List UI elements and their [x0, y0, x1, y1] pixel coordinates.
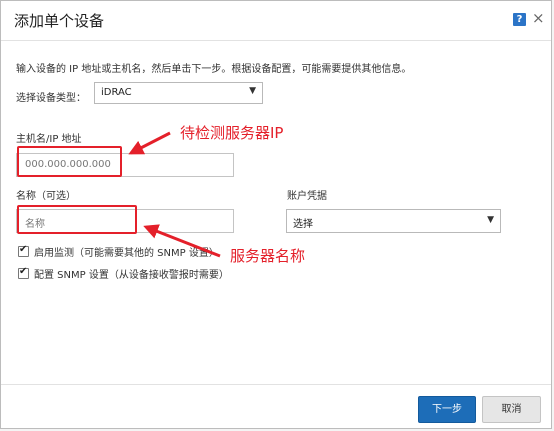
close-icon[interactable]: ×: [532, 9, 545, 27]
dialog-header: 添加单个设备 ? ×: [1, 1, 551, 41]
configure-snmp-label: 配置 SNMP 设置（从设备接收警报时需要）: [34, 270, 229, 281]
help-icon[interactable]: ?: [513, 13, 526, 26]
name-label: 名称（可选）: [16, 191, 76, 202]
configure-snmp-option[interactable]: ✔ 配置 SNMP 设置（从设备接收警报时需要）: [18, 266, 229, 281]
check-icon: ✔: [19, 244, 28, 255]
enable-monitoring-option[interactable]: ✔ 启用监测（可能需要其他的 SNMP 设置）: [18, 244, 219, 259]
chevron-down-icon: ▼: [249, 86, 256, 96]
chevron-down-icon: ▼: [487, 215, 494, 225]
credentials-label: 账户凭据: [287, 191, 327, 202]
footer-divider: [1, 384, 551, 385]
dialog-description: 输入设备的 IP 地址或主机名，然后单击下一步。根据设备配置，可能需要提供其他信…: [16, 64, 412, 75]
enable-monitoring-checkbox[interactable]: ✔: [18, 244, 29, 257]
hostname-highlight-box: [17, 146, 122, 177]
credentials-select[interactable]: 选择 ▼: [286, 209, 501, 233]
device-type-value: iDRAC: [101, 87, 132, 98]
configure-snmp-checkbox[interactable]: ✔: [18, 266, 29, 279]
cancel-button[interactable]: 取消: [482, 396, 541, 423]
annotation-server-ip: 待检测服务器IP: [180, 124, 284, 142]
hostname-label: 主机名/IP 地址: [16, 134, 82, 145]
next-button[interactable]: 下一步: [418, 396, 476, 423]
dialog-title: 添加单个设备: [14, 12, 105, 30]
enable-monitoring-label: 启用监测（可能需要其他的 SNMP 设置）: [34, 248, 219, 259]
device-type-label: 选择设备类型：: [16, 93, 86, 104]
credentials-value: 选择: [293, 219, 313, 230]
name-highlight-box: [17, 205, 137, 234]
annotation-server-name: 服务器名称: [230, 247, 306, 265]
check-icon: ✔: [19, 266, 28, 277]
device-type-select[interactable]: iDRAC ▼: [94, 82, 263, 104]
